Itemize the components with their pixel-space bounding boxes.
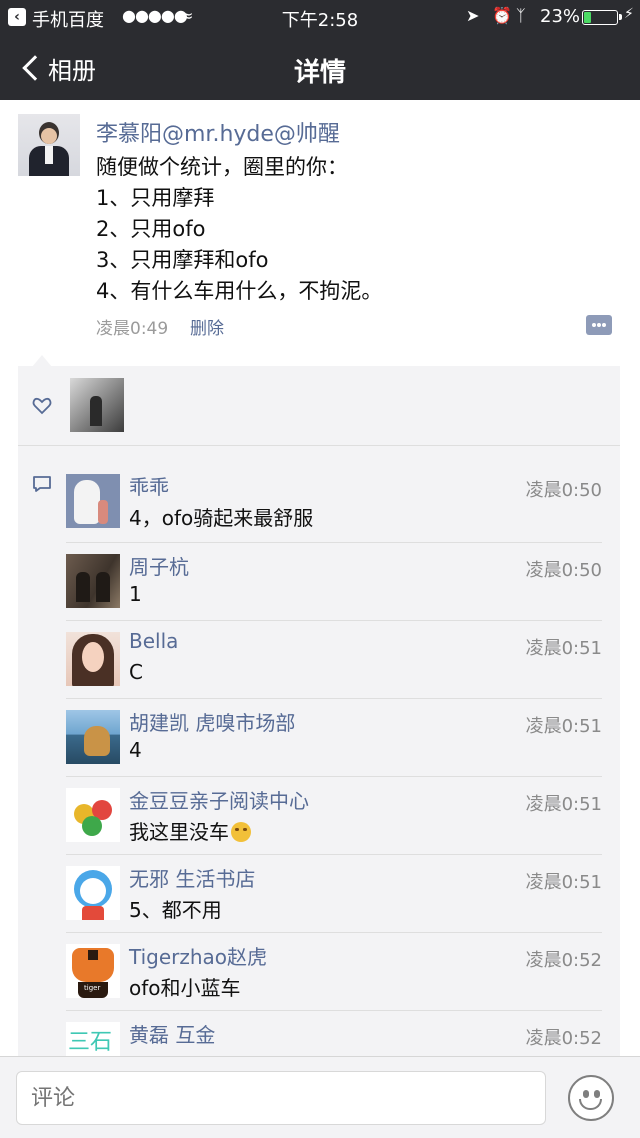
divider xyxy=(66,1010,602,1011)
comment-time: 凌晨0:50 xyxy=(525,560,602,581)
commenter-avatar[interactable]: tiger xyxy=(66,944,120,998)
avatar-shirt xyxy=(45,146,53,164)
emoji-eye-icon xyxy=(594,1090,600,1098)
comment-text: 4，ofo骑起来最舒服 xyxy=(129,506,314,530)
comment-item[interactable]: 胡建凯 虎嗅市场部 凌晨0:51 4 xyxy=(66,698,620,776)
alarm-icon: ⏰ xyxy=(492,6,512,25)
comment-time: 凌晨0:51 xyxy=(525,872,602,893)
post-time: 凌晨0:49 xyxy=(96,319,169,339)
comment-input[interactable] xyxy=(16,1071,546,1125)
liker-avatar[interactable] xyxy=(70,378,124,432)
commenter-name[interactable]: 无邪 生活书店 xyxy=(129,863,255,892)
avatar-logo-text: 三石 xyxy=(68,1030,113,1055)
commenter-avatar[interactable] xyxy=(66,710,120,764)
comment-item[interactable]: 周子杭 凌晨0:50 1 xyxy=(66,542,620,620)
comment-item[interactable]: 乖乖 凌晨0:50 4，ofo骑起来最舒服 xyxy=(66,462,620,540)
avatar-face xyxy=(80,878,106,904)
heart-icon xyxy=(32,397,52,415)
emoji-eye-icon xyxy=(583,1090,589,1098)
divider xyxy=(66,854,602,855)
divider xyxy=(66,542,602,543)
avatar-figure xyxy=(96,572,110,602)
avatar-stripe xyxy=(88,950,98,960)
post-line: 3、只用摩拜和ofo xyxy=(96,248,269,272)
comment-item[interactable]: Bella 凌晨0:51 C xyxy=(66,620,620,698)
divider xyxy=(66,932,602,933)
commenter-avatar[interactable] xyxy=(66,474,120,528)
commenter-name[interactable]: 黄磊 互金 xyxy=(129,1019,215,1048)
avatar-logo-text: tiger xyxy=(84,984,101,992)
logo-shape xyxy=(82,816,102,836)
battery-tip xyxy=(619,14,622,20)
comment-time: 凌晨0:51 xyxy=(525,794,602,815)
interaction-panel: 乖乖 凌晨0:50 4，ofo骑起来最舒服 周子杭 凌晨0:50 1 Bella… xyxy=(18,366,620,1066)
battery-percent: 23% xyxy=(540,6,581,27)
comment-item[interactable]: 金豆豆亲子阅读中心 凌晨0:51 我这里没车 xyxy=(66,776,620,854)
commenter-name[interactable]: Tigerzhao赵虎 xyxy=(129,941,267,970)
commenter-avatar[interactable] xyxy=(66,554,120,608)
avatar-kid xyxy=(98,500,108,524)
dot-icon xyxy=(597,323,601,327)
post-author-name[interactable]: 李慕阳@mr.hyde@帅醒 xyxy=(96,116,340,148)
avatar-figure xyxy=(76,572,90,602)
comment-item[interactable]: 无邪 生活书店 凌晨0:51 5、都不用 xyxy=(66,854,620,932)
comment-input-bar xyxy=(0,1056,640,1138)
comment-time: 凌晨0:51 xyxy=(525,638,602,659)
grimace-emoji-icon xyxy=(231,822,251,842)
commenter-name[interactable]: 胡建凯 虎嗅市场部 xyxy=(129,707,295,736)
comment-text-body: 我这里没车 xyxy=(129,820,229,844)
comment-text: C xyxy=(129,660,143,684)
commenter-name[interactable]: 金豆豆亲子阅读中心 xyxy=(129,785,309,814)
avatar-figure xyxy=(90,396,102,426)
avatar-body xyxy=(82,906,104,920)
commenter-name[interactable]: 乖乖 xyxy=(129,471,169,500)
commenter-name[interactable]: Bella xyxy=(129,629,178,653)
post-line: 1、只用摩拜 xyxy=(96,186,215,210)
avatar-face xyxy=(82,642,104,672)
nav-bar: 相册 详情 xyxy=(0,34,640,100)
avatar-bear xyxy=(74,480,100,524)
delete-button[interactable]: 删除 xyxy=(190,314,224,339)
location-icon: ➤ xyxy=(466,6,480,25)
divider xyxy=(66,776,602,777)
comment-time: 凌晨0:52 xyxy=(525,1028,602,1049)
post-content: 随便做个统计，圈里的你： 1、只用摩拜 2、只用ofo 3、只用摩拜和ofo 4… xyxy=(96,152,382,307)
commenter-avatar[interactable] xyxy=(66,632,120,686)
author-avatar[interactable] xyxy=(18,114,80,176)
post-line: 随便做个统计，圈里的你： xyxy=(96,155,348,179)
comment-time: 凌晨0:52 xyxy=(525,950,602,971)
dot-icon xyxy=(602,323,606,327)
comment-text: 我这里没车 xyxy=(129,816,251,845)
battery-icon xyxy=(582,10,622,25)
dot-icon xyxy=(592,323,596,327)
commenter-avatar[interactable] xyxy=(66,788,120,842)
post-line: 4、有什么车用什么，不拘泥。 xyxy=(96,279,383,303)
divider xyxy=(66,698,602,699)
comment-menu-button[interactable] xyxy=(586,315,612,335)
commenter-avatar[interactable] xyxy=(66,866,120,920)
commenter-name[interactable]: 周子杭 xyxy=(129,551,189,580)
avatar-dog xyxy=(84,726,110,756)
comment-text: 4 xyxy=(129,738,142,762)
emoji-button[interactable] xyxy=(568,1075,614,1121)
status-bar: ‹ 手机百度 ●●●●● ≈ 下午2:58 ➤ ⏰ ᛉ 23% ⚡ xyxy=(0,0,640,34)
bluetooth-icon: ᛉ xyxy=(516,6,526,25)
comment-time: 凌晨0:50 xyxy=(525,480,602,501)
battery-level xyxy=(584,12,591,23)
divider xyxy=(66,620,602,621)
comment-text: 5、都不用 xyxy=(129,898,222,922)
page-title: 详情 xyxy=(293,58,346,88)
comment-bubble-icon xyxy=(33,476,51,492)
comment-time: 凌晨0:51 xyxy=(525,716,602,737)
post-line: 2、只用ofo xyxy=(96,217,206,241)
comment-text: ofo和小蓝车 xyxy=(129,976,241,1000)
comment-item[interactable]: tiger Tigerzhao赵虎 凌晨0:52 ofo和小蓝车 xyxy=(66,932,620,1010)
charging-icon: ⚡ xyxy=(624,6,634,22)
comment-text: 1 xyxy=(129,582,142,606)
likes-row xyxy=(18,366,620,446)
avatar-face xyxy=(41,128,57,144)
emoji-mouth-icon xyxy=(579,1099,602,1110)
